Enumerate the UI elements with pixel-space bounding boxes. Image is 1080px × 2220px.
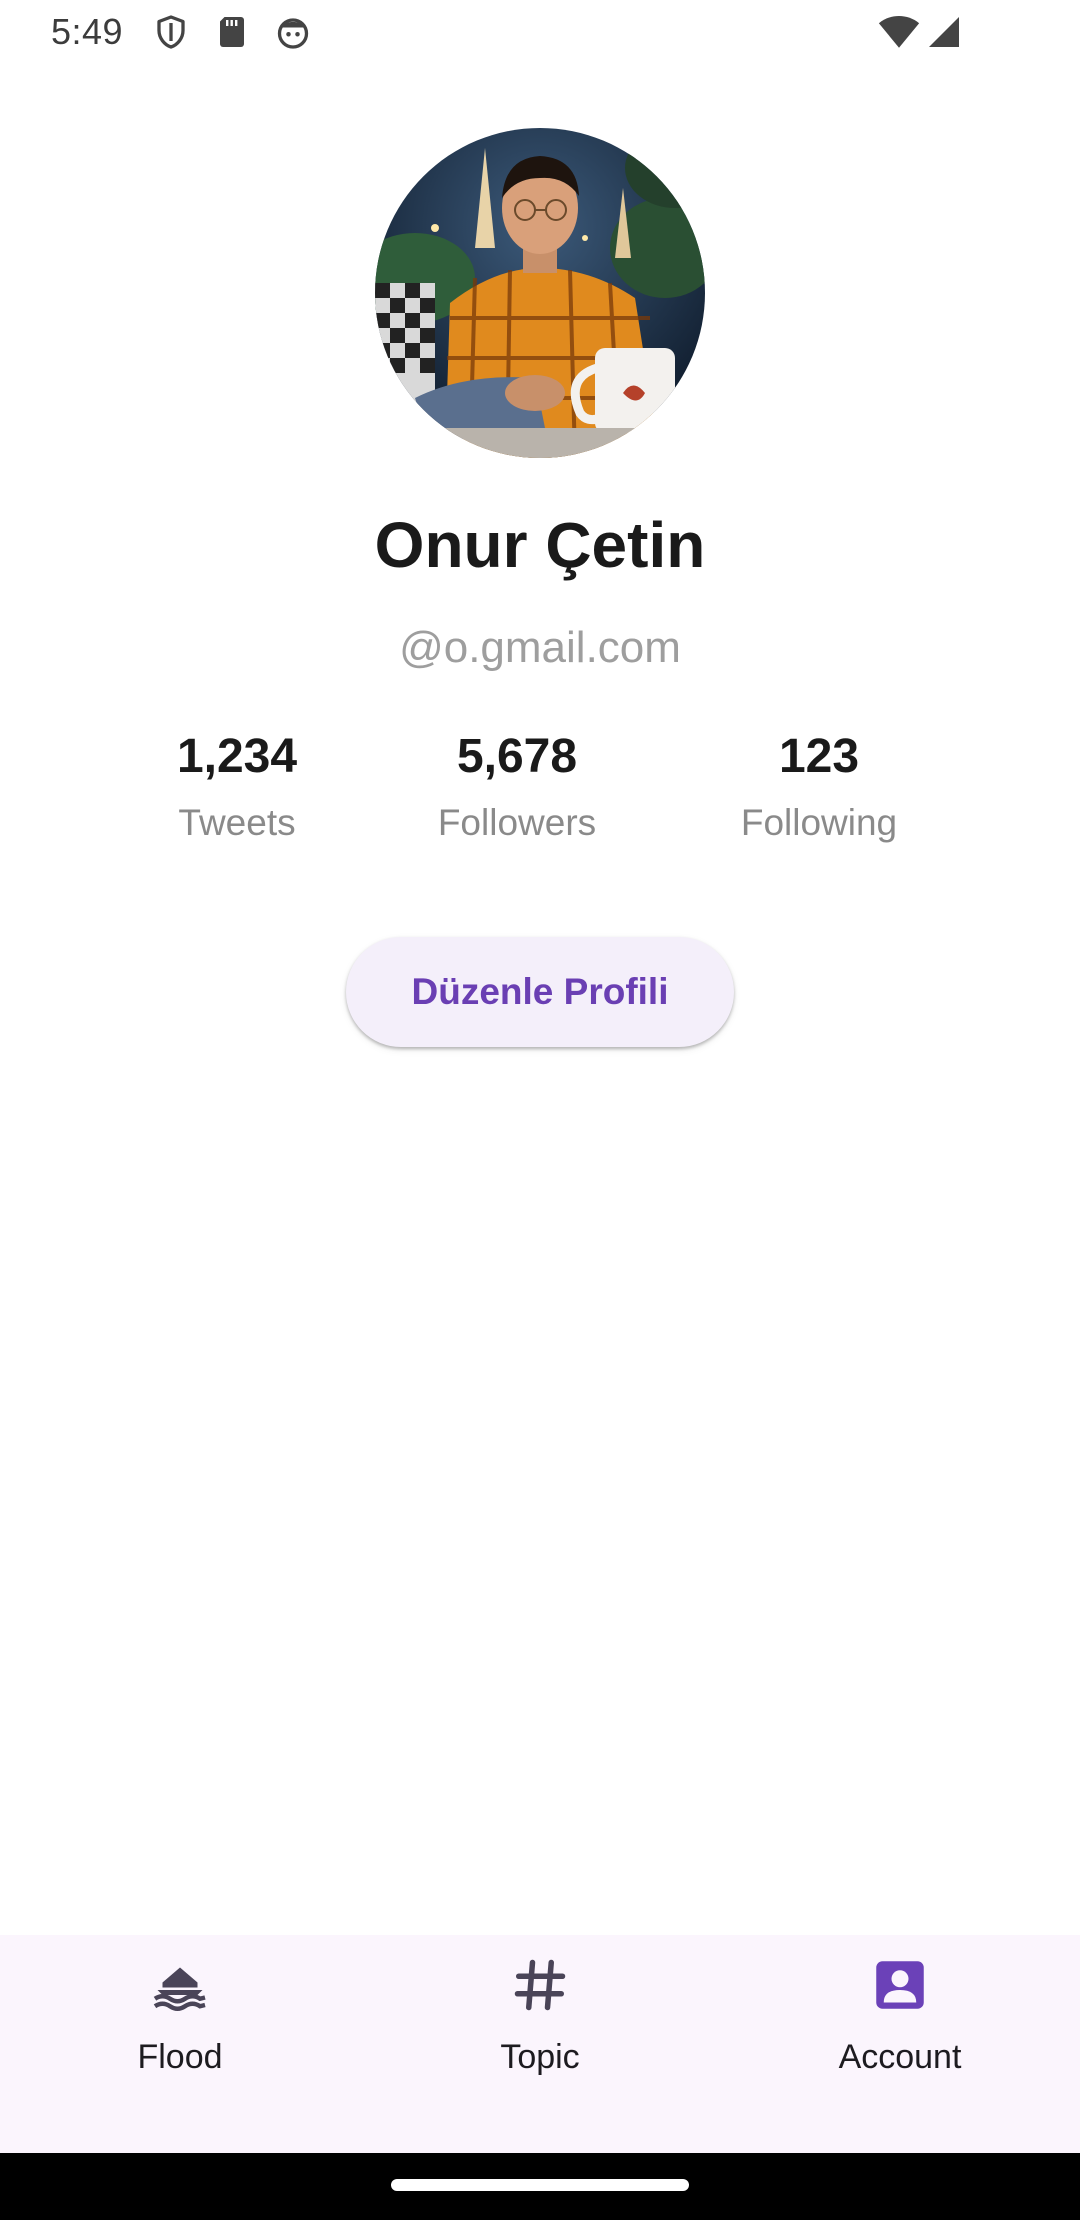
stat-value: 5,678 bbox=[456, 730, 578, 783]
stat-followers[interactable]: 5,678 Followers bbox=[387, 725, 647, 847]
stat-label: Tweets bbox=[178, 802, 296, 843]
hashtag-icon bbox=[510, 1955, 570, 2015]
stat-value: 1,234 bbox=[176, 730, 298, 783]
profile-email: @o.gmail.com bbox=[399, 623, 681, 672]
stat-label: Followers bbox=[437, 802, 597, 843]
stat-label: Following bbox=[740, 802, 898, 843]
stat-tweets[interactable]: 1,234 Tweets bbox=[107, 725, 367, 847]
nav-item-topic[interactable]: Topic bbox=[360, 1935, 720, 2153]
stat-value: 123 bbox=[778, 730, 860, 783]
nav-item-account[interactable]: Account bbox=[720, 1935, 1080, 2153]
nav-label: Flood bbox=[137, 2038, 223, 2076]
edit-profile-button[interactable]: Düzenle Profili bbox=[346, 937, 734, 1047]
wifi-icon bbox=[878, 14, 920, 50]
avatar bbox=[375, 128, 705, 458]
nav-label: Account bbox=[838, 2038, 962, 2076]
nav-item-flood[interactable]: Flood bbox=[0, 1935, 360, 2153]
home-gesture-handle[interactable] bbox=[391, 2179, 689, 2191]
status-time: 5:49 bbox=[51, 11, 124, 52]
nav-label: Topic bbox=[500, 2038, 580, 2076]
shield-icon bbox=[153, 14, 189, 50]
system-navigation-bar bbox=[0, 2153, 1080, 2220]
bottom-navigation: Flood Topic Account bbox=[0, 1935, 1080, 2153]
flood-icon bbox=[150, 1955, 210, 2015]
sd-card-icon bbox=[214, 14, 250, 50]
account-box-icon bbox=[870, 1955, 930, 2015]
face-icon bbox=[275, 14, 311, 50]
signal-icon bbox=[926, 14, 962, 50]
profile-name: Onur Çetin bbox=[374, 509, 706, 581]
stat-following[interactable]: 123 Following bbox=[689, 725, 949, 847]
status-bar: 5:49 bbox=[0, 0, 1080, 64]
